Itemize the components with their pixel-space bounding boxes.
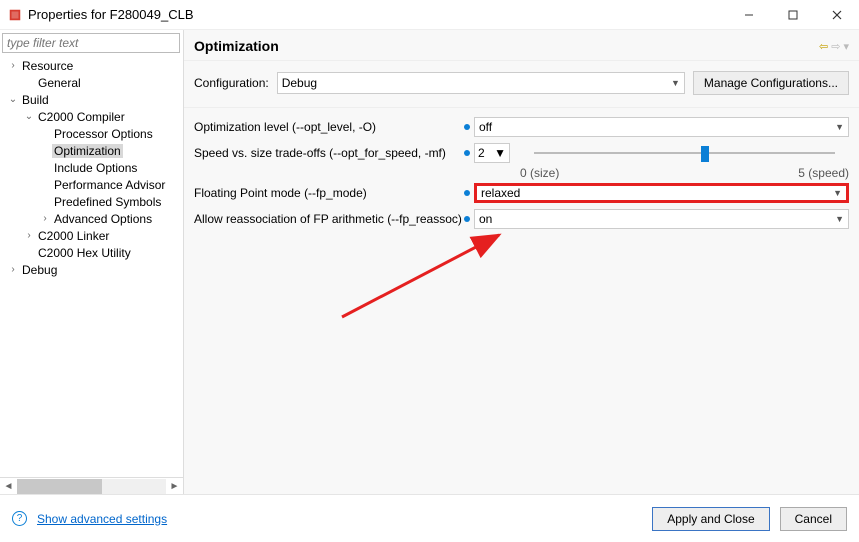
tree-twisty-icon[interactable]: ⌄ bbox=[6, 94, 20, 105]
slider-labels-row: 0 (size) 5 (speed) bbox=[194, 166, 849, 180]
tree-item-label: Debug bbox=[20, 263, 59, 277]
fp-reassoc-row: Allow reassociation of FP arithmetic (--… bbox=[194, 206, 849, 232]
tree-twisty-icon[interactable]: › bbox=[6, 264, 20, 275]
tree-item[interactable]: Include Options bbox=[0, 159, 183, 176]
speed-size-value: 2 bbox=[478, 146, 485, 160]
tree-twisty-icon[interactable]: ⌄ bbox=[22, 111, 36, 122]
tree-item-label: Build bbox=[20, 93, 51, 107]
chevron-down-icon: ▼ bbox=[835, 214, 844, 224]
sidebar-hscroll[interactable]: ◄ ► bbox=[0, 477, 183, 494]
tree-item-label: Include Options bbox=[52, 161, 139, 175]
tree-twisty-icon[interactable]: › bbox=[38, 213, 52, 224]
fp-mode-row: Floating Point mode (--fp_mode) relaxed … bbox=[194, 180, 849, 206]
tree-twisty-icon[interactable]: › bbox=[22, 230, 36, 241]
configuration-value: Debug bbox=[282, 76, 317, 90]
scroll-thumb[interactable] bbox=[17, 479, 102, 494]
opt-level-value: off bbox=[479, 120, 492, 134]
tree-item[interactable]: Predefined Symbols bbox=[0, 193, 183, 210]
titlebar: Properties for F280049_CLB bbox=[0, 0, 859, 30]
chevron-down-icon: ▼ bbox=[671, 78, 680, 88]
scroll-right-icon[interactable]: ► bbox=[166, 481, 183, 492]
modified-dot-icon bbox=[464, 216, 470, 222]
show-advanced-link[interactable]: Show advanced settings bbox=[37, 512, 167, 526]
configuration-select[interactable]: Debug ▼ bbox=[277, 72, 685, 94]
nav-fwd-icon[interactable]: ⇨ bbox=[831, 40, 840, 53]
tree-item-label: Resource bbox=[20, 59, 75, 73]
slider-thumb[interactable] bbox=[701, 146, 709, 162]
dialog-footer: ? Show advanced settings Apply and Close… bbox=[0, 494, 859, 542]
cancel-button[interactable]: Cancel bbox=[780, 507, 847, 531]
app-icon bbox=[8, 8, 22, 22]
minimize-button[interactable] bbox=[727, 0, 771, 30]
window-title: Properties for F280049_CLB bbox=[28, 7, 727, 22]
opt-level-label: Optimization level (--opt_level, -O) bbox=[194, 120, 464, 134]
tree-item[interactable]: Optimization bbox=[0, 142, 183, 159]
apply-close-button[interactable]: Apply and Close bbox=[652, 507, 769, 531]
tree-item[interactable]: General bbox=[0, 74, 183, 91]
main-panel: Optimization ⇦ ⇨ ▾ Configuration: Debug … bbox=[184, 30, 859, 494]
tree-item[interactable]: ⌄C2000 Compiler bbox=[0, 108, 183, 125]
maximize-button[interactable] bbox=[771, 0, 815, 30]
window-controls bbox=[727, 0, 859, 30]
speed-size-slider[interactable] bbox=[520, 143, 849, 163]
tree-item[interactable]: ›Debug bbox=[0, 261, 183, 278]
configuration-label: Configuration: bbox=[194, 76, 269, 90]
tree-twisty-icon[interactable]: › bbox=[6, 60, 20, 71]
fp-reassoc-value: on bbox=[479, 212, 492, 226]
tree-item[interactable]: Performance Advisor bbox=[0, 176, 183, 193]
tree-item-label: C2000 Linker bbox=[36, 229, 111, 243]
filter-input[interactable] bbox=[2, 33, 180, 53]
fp-reassoc-select[interactable]: on ▼ bbox=[474, 209, 849, 229]
speed-size-label: Speed vs. size trade-offs (--opt_for_spe… bbox=[194, 146, 464, 160]
nav-menu-icon[interactable]: ▾ bbox=[843, 40, 849, 53]
opt-level-select[interactable]: off ▼ bbox=[474, 117, 849, 137]
annotation-arrow bbox=[334, 225, 514, 325]
opt-level-row: Optimization level (--opt_level, -O) off… bbox=[194, 114, 849, 140]
fp-mode-label: Floating Point mode (--fp_mode) bbox=[194, 186, 464, 200]
configuration-row: Configuration: Debug ▼ Manage Configurat… bbox=[184, 60, 859, 108]
filter-wrap bbox=[2, 33, 180, 53]
tree-item[interactable]: C2000 Hex Utility bbox=[0, 244, 183, 261]
chevron-down-icon: ▼ bbox=[833, 188, 842, 198]
modified-dot-icon bbox=[464, 150, 470, 156]
tree-item-label: Predefined Symbols bbox=[52, 195, 163, 209]
fp-mode-value: relaxed bbox=[481, 186, 520, 200]
slider-min-label: 0 (size) bbox=[520, 166, 559, 180]
scroll-track[interactable] bbox=[17, 479, 166, 494]
tree-item-label: General bbox=[36, 76, 83, 90]
fp-reassoc-label: Allow reassociation of FP arithmetic (--… bbox=[194, 212, 464, 226]
tree-item-label: C2000 Hex Utility bbox=[36, 246, 133, 260]
slider-track bbox=[534, 152, 835, 154]
settings-area: Optimization level (--opt_level, -O) off… bbox=[184, 108, 859, 238]
modified-dot-icon bbox=[464, 190, 470, 196]
speed-size-select[interactable]: 2 ▼ bbox=[474, 143, 510, 163]
slider-max-label: 5 (speed) bbox=[798, 166, 849, 180]
tree-item-label: Advanced Options bbox=[52, 212, 154, 226]
tree-item-label: C2000 Compiler bbox=[36, 110, 127, 124]
tree-item-label: Optimization bbox=[52, 144, 123, 158]
nav-tree: ›ResourceGeneral⌄Build⌄C2000 CompilerPro… bbox=[0, 55, 183, 477]
help-icon[interactable]: ? bbox=[12, 511, 27, 526]
tree-item[interactable]: ›C2000 Linker bbox=[0, 227, 183, 244]
chevron-down-icon: ▼ bbox=[494, 146, 506, 160]
tree-item[interactable]: Processor Options bbox=[0, 125, 183, 142]
fp-mode-select[interactable]: relaxed ▼ bbox=[474, 183, 849, 203]
close-button[interactable] bbox=[815, 0, 859, 30]
chevron-down-icon: ▼ bbox=[835, 122, 844, 132]
header-toolbar: ⇦ ⇨ ▾ bbox=[819, 40, 849, 53]
speed-size-row: Speed vs. size trade-offs (--opt_for_spe… bbox=[194, 140, 849, 166]
modified-dot-icon bbox=[464, 124, 470, 130]
page-title: Optimization bbox=[194, 38, 819, 54]
tree-item-label: Processor Options bbox=[52, 127, 155, 141]
tree-item[interactable]: ›Resource bbox=[0, 57, 183, 74]
tree-item-label: Performance Advisor bbox=[52, 178, 167, 192]
scroll-left-icon[interactable]: ◄ bbox=[0, 481, 17, 492]
main-header: Optimization ⇦ ⇨ ▾ bbox=[184, 30, 859, 60]
tree-item[interactable]: ›Advanced Options bbox=[0, 210, 183, 227]
manage-configurations-button[interactable]: Manage Configurations... bbox=[693, 71, 849, 95]
nav-back-icon[interactable]: ⇦ bbox=[819, 40, 828, 53]
sidebar: ›ResourceGeneral⌄Build⌄C2000 CompilerPro… bbox=[0, 30, 184, 494]
tree-item[interactable]: ⌄Build bbox=[0, 91, 183, 108]
